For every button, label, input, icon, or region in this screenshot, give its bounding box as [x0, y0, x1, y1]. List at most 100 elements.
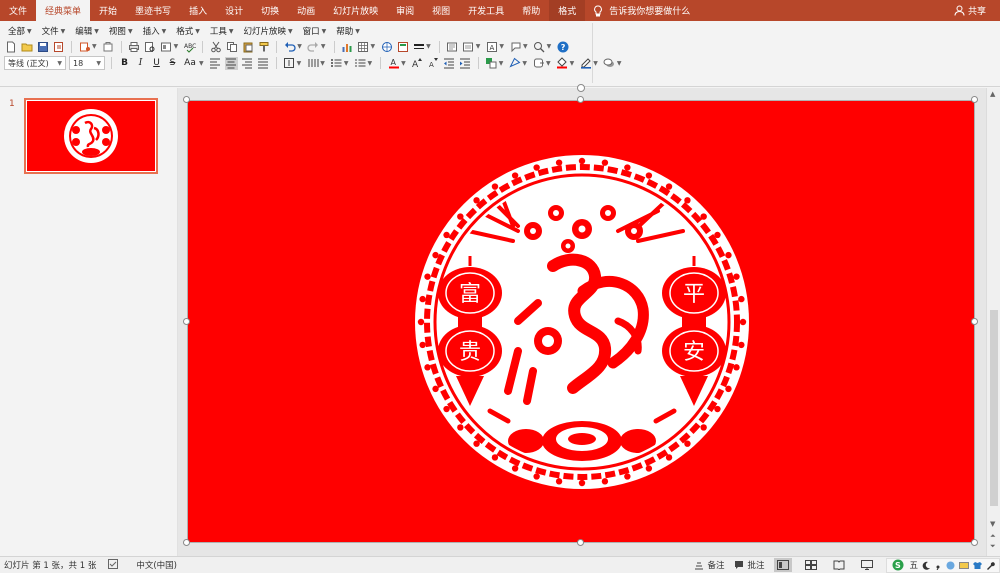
help-icon[interactable]: ?	[556, 40, 569, 53]
notes-button[interactable]: 备注	[694, 559, 724, 571]
copy-icon[interactable]	[225, 40, 238, 53]
resize-handle-se[interactable]	[971, 539, 978, 546]
change-case-button[interactable]: Aa	[182, 58, 198, 68]
spell-check-icon[interactable]	[108, 558, 119, 572]
share-button[interactable]: 共享	[954, 0, 986, 21]
menu-file[interactable]: 文件 ▼	[38, 25, 70, 37]
increase-indent-icon[interactable]	[459, 57, 472, 70]
slide-thumbnail-1[interactable]	[24, 98, 158, 174]
underline-button[interactable]: U	[150, 58, 163, 68]
menu-format[interactable]: 格式 ▼	[172, 25, 204, 37]
menu-help[interactable]: 帮助 ▼	[332, 25, 364, 37]
align-left-icon[interactable]	[209, 57, 222, 70]
arrange-icon[interactable]	[485, 57, 498, 70]
resize-handle-nw[interactable]	[183, 96, 190, 103]
new-slide-icon[interactable]	[462, 40, 475, 53]
reading-view-button[interactable]	[830, 558, 848, 572]
smartart-icon[interactable]	[396, 40, 409, 53]
comments-button[interactable]: 批注	[734, 559, 764, 571]
slideshow-view-button[interactable]	[858, 558, 876, 572]
font-size-combo[interactable]: 18 ▼	[69, 56, 105, 70]
paste-icon[interactable]	[241, 40, 254, 53]
slide-canvas[interactable]: 富 贵 平 安	[187, 100, 975, 543]
tab-ink[interactable]: 墨迹书写	[126, 0, 180, 21]
save-as-icon[interactable]	[52, 40, 65, 53]
redo-icon[interactable]	[307, 40, 320, 53]
font-name-combo[interactable]: 等线 (正文) ▼	[4, 56, 66, 70]
tab-home[interactable]: 开始	[90, 0, 126, 21]
permission-icon[interactable]	[102, 40, 115, 53]
decrease-indent-icon[interactable]	[443, 57, 456, 70]
tab-view[interactable]: 视图	[423, 0, 459, 21]
italic-button[interactable]: I	[134, 58, 147, 68]
scrollbar-thumb[interactable]	[990, 310, 998, 506]
tab-developer[interactable]: 开发工具	[459, 0, 513, 21]
resize-handle-ne[interactable]	[971, 96, 978, 103]
tell-me-box[interactable]: 告诉我你想要做什么	[593, 0, 690, 21]
menu-slideshow[interactable]: 幻灯片放映 ▼	[239, 25, 296, 37]
tab-animations[interactable]: 动画	[288, 0, 324, 21]
shrink-font-icon[interactable]: A	[427, 57, 440, 70]
format-painter-icon[interactable]	[257, 40, 270, 53]
align-center-icon[interactable]	[224, 56, 238, 70]
tab-transitions[interactable]: 切换	[252, 0, 288, 21]
tab-file[interactable]: 文件	[0, 0, 36, 21]
papercut-artwork[interactable]: 富 贵 平 安	[188, 101, 976, 544]
slide-layout-icon[interactable]	[446, 40, 459, 53]
grow-font-icon[interactable]: A	[411, 57, 424, 70]
save-icon[interactable]	[36, 40, 49, 53]
resize-handle-e[interactable]	[971, 318, 978, 325]
line-style-icon[interactable]	[412, 40, 425, 53]
strikethrough-button[interactable]: S	[166, 58, 179, 68]
menu-insert[interactable]: 插入 ▼	[139, 25, 171, 37]
menu-tools[interactable]: 工具 ▼	[206, 25, 238, 37]
bold-button[interactable]: B	[118, 58, 131, 68]
chart-icon[interactable]	[341, 40, 354, 53]
pen-color-icon[interactable]	[579, 57, 592, 70]
tab-slideshow[interactable]: 幻灯片放映	[324, 0, 387, 21]
tab-classic-menu[interactable]: 经典菜单	[36, 0, 91, 21]
scroll-up-arrow-icon[interactable]: ▲	[990, 90, 995, 98]
text-direction-icon[interactable]	[283, 57, 296, 70]
hyperlink-icon[interactable]	[380, 40, 393, 53]
layout-icon[interactable]	[160, 40, 173, 53]
menu-all[interactable]: 全部 ▼	[4, 25, 36, 37]
textbox-icon[interactable]: A	[485, 40, 498, 53]
new-file-icon[interactable]	[4, 40, 17, 53]
print-icon[interactable]	[128, 40, 141, 53]
ime-toolbar[interactable]: S 五	[886, 557, 1000, 573]
scroll-down-arrow-icon[interactable]: ▼	[990, 520, 995, 528]
font-color-icon[interactable]: A	[387, 57, 400, 70]
bullets-icon[interactable]	[330, 57, 343, 70]
undo-icon[interactable]	[283, 40, 296, 53]
resize-handle-w[interactable]	[183, 318, 190, 325]
shape-fill-icon[interactable]	[556, 57, 569, 70]
print-preview-icon[interactable]	[144, 40, 157, 53]
tab-format[interactable]: 格式	[549, 0, 586, 21]
open-folder-icon[interactable]	[20, 40, 33, 53]
zoom-icon[interactable]	[533, 40, 546, 53]
language-status[interactable]: 中文(中国)	[136, 559, 177, 571]
shapes-icon[interactable]	[509, 40, 522, 53]
menu-view[interactable]: 视图 ▼	[105, 25, 137, 37]
rotation-handle[interactable]	[577, 84, 585, 92]
normal-view-button[interactable]	[774, 558, 793, 572]
table-icon[interactable]	[357, 40, 370, 53]
menu-window[interactable]: 窗口 ▼	[299, 25, 331, 37]
shape-outline-icon[interactable]	[508, 57, 521, 70]
slide-sorter-button[interactable]	[802, 558, 820, 572]
resize-handle-s[interactable]	[577, 539, 584, 546]
resize-handle-sw[interactable]	[183, 539, 190, 546]
vertical-scrollbar[interactable]: ▲ ▼ ⏶ ⏷	[986, 88, 1000, 556]
next-slide-icon[interactable]: ⏷	[990, 542, 996, 551]
export-icon[interactable]	[78, 40, 91, 53]
menu-edit[interactable]: 编辑 ▼	[71, 25, 103, 37]
numbering-icon[interactable]	[354, 57, 367, 70]
resize-handle-n[interactable]	[577, 96, 584, 103]
spelling-icon[interactable]: ABC	[183, 40, 196, 53]
tab-help[interactable]: 帮助	[513, 0, 549, 21]
previous-slide-icon[interactable]: ⏶	[990, 532, 996, 541]
tab-insert[interactable]: 插入	[180, 0, 216, 21]
align-right-icon[interactable]	[241, 57, 254, 70]
shadow-icon[interactable]	[603, 57, 616, 70]
